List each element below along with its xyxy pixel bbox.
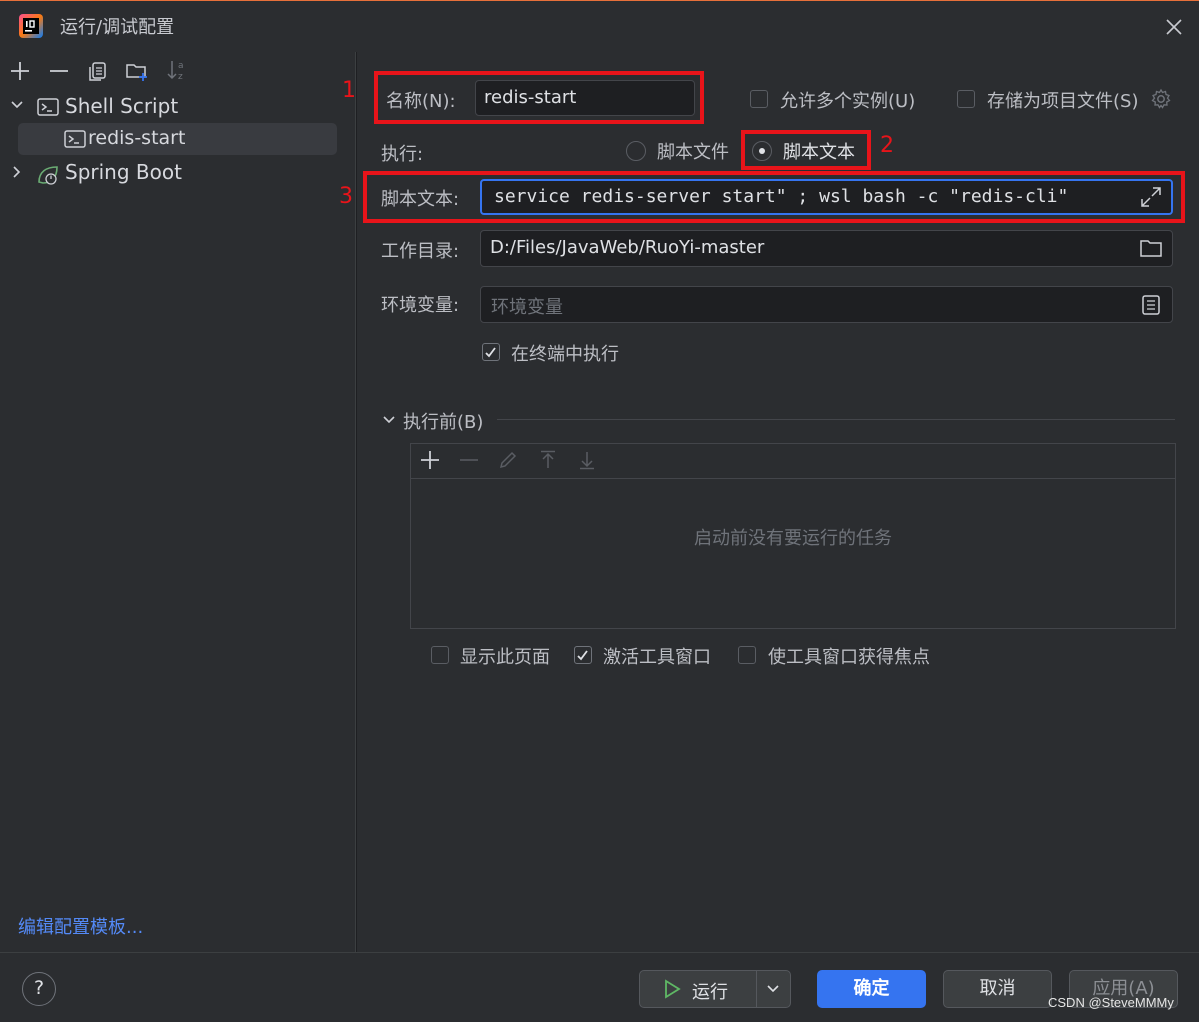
- workdir-label: 工作目录:: [381, 241, 460, 262]
- configuration-tree-pane: az Shell Script redis-start Spring Boot …: [0, 52, 356, 952]
- edit-icon[interactable]: [498, 450, 518, 470]
- help-icon: ?: [33, 977, 45, 999]
- before-launch-header[interactable]: 执行前(B): [403, 408, 483, 434]
- spring-boot-icon: [36, 164, 60, 186]
- exec-in-terminal-checkbox[interactable]: [482, 343, 500, 361]
- radio-script-file-label: 脚本文件: [657, 142, 729, 163]
- folder-icon[interactable]: [1139, 237, 1163, 259]
- env-label: 环境变量:: [381, 295, 460, 316]
- radio-script-file[interactable]: [626, 141, 646, 161]
- terminal-icon: [64, 129, 86, 149]
- show-page-checkbox[interactable]: [431, 646, 449, 664]
- edit-templates-link[interactable]: 编辑配置模板...: [18, 913, 143, 939]
- gear-icon[interactable]: [1150, 88, 1172, 110]
- chevron-right-icon[interactable]: [10, 165, 24, 179]
- copy-icon[interactable]: [87, 60, 109, 82]
- before-launch-empty-text: 启动前没有要运行的任务: [694, 528, 892, 549]
- chevron-down-icon[interactable]: [766, 982, 780, 996]
- cancel-label: 取消: [979, 978, 1016, 999]
- env-placeholder: 环境变量: [491, 297, 563, 318]
- store-as-file-checkbox[interactable]: [957, 90, 975, 108]
- tree-item-label: redis-start: [88, 127, 186, 149]
- annotation-number-2: 2: [880, 133, 894, 158]
- svg-text:z: z: [178, 72, 183, 82]
- activate-tool-window-label: 激活工具窗口: [603, 647, 711, 668]
- chevron-down-icon[interactable]: [381, 412, 397, 428]
- exec-in-terminal-label: 在终端中执行: [511, 344, 619, 365]
- workdir-value: D:/Files/JavaWeb/RuoYi-master: [490, 237, 765, 258]
- store-as-file-label: 存储为项目文件(S): [987, 91, 1139, 112]
- annotation-box-3: [363, 171, 1185, 223]
- ok-button[interactable]: 确定: [817, 970, 926, 1008]
- section-divider: [497, 419, 1175, 420]
- tree-group-shell-script[interactable]: Shell Script: [65, 94, 178, 118]
- sort-icon[interactable]: az: [166, 58, 188, 82]
- annotation-number-3: 3: [339, 184, 353, 209]
- focus-tool-window-checkbox[interactable]: [738, 646, 756, 664]
- title-bar: 运行/调试配置: [0, 0, 1199, 52]
- run-label: 运行: [692, 982, 728, 1003]
- annotation-box-1: [374, 71, 704, 124]
- run-button[interactable]: 运行: [639, 970, 791, 1008]
- svg-text:a: a: [178, 61, 184, 71]
- focus-tool-window-label: 使工具窗口获得焦点: [768, 647, 930, 668]
- activate-tool-window-checkbox[interactable]: [574, 646, 592, 664]
- new-folder-icon[interactable]: [125, 60, 149, 82]
- add-icon[interactable]: [420, 450, 440, 470]
- document-icon[interactable]: [1141, 294, 1161, 316]
- remove-icon[interactable]: [48, 60, 70, 82]
- cancel-button[interactable]: 取消: [943, 970, 1052, 1008]
- env-field[interactable]: 环境变量: [480, 286, 1173, 323]
- run-split-divider: [756, 971, 757, 1007]
- annotation-box-2: [741, 130, 871, 170]
- before-launch-toolbar: [411, 444, 1175, 479]
- intellij-logo-icon: [18, 13, 44, 39]
- terminal-icon: [37, 97, 59, 117]
- close-icon[interactable]: [1164, 17, 1184, 37]
- remove-icon[interactable]: [459, 450, 479, 470]
- allow-multiple-label: 允许多个实例(U): [780, 91, 916, 112]
- run-icon: [662, 979, 682, 999]
- execute-label: 执行:: [381, 144, 424, 165]
- tree-group-spring-boot[interactable]: Spring Boot: [65, 160, 182, 184]
- chevron-down-icon[interactable]: [10, 98, 24, 112]
- move-down-icon[interactable]: [577, 450, 597, 470]
- workdir-field[interactable]: D:/Files/JavaWeb/RuoYi-master: [480, 230, 1173, 267]
- watermark: CSDN @SteveMMMy: [1048, 995, 1174, 1010]
- show-page-label: 显示此页面: [460, 647, 550, 668]
- window-title: 运行/调试配置: [60, 17, 175, 38]
- allow-multiple-checkbox[interactable]: [750, 90, 768, 108]
- help-button[interactable]: ?: [22, 972, 56, 1006]
- ok-label: 确定: [853, 978, 890, 999]
- annotation-number-1: 1: [342, 78, 356, 103]
- move-up-icon[interactable]: [538, 450, 558, 470]
- add-icon[interactable]: [9, 60, 31, 82]
